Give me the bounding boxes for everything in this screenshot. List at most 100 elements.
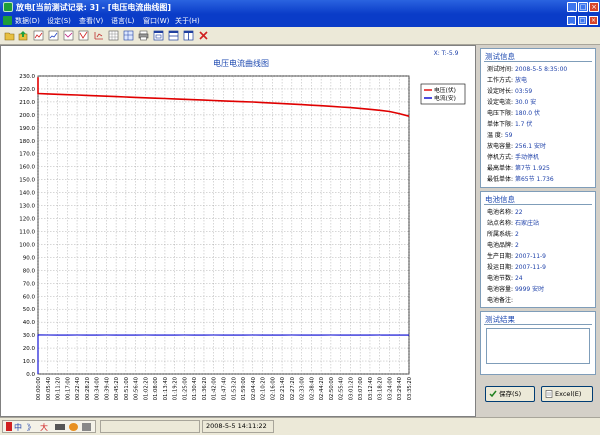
legend-label: 电压(伏) [434, 86, 456, 94]
y-tick-label: 0.0 [26, 372, 35, 378]
info-label: 工作方式: [487, 77, 514, 84]
status-cell-empty [100, 420, 200, 433]
y-tick-label: 110.0 [19, 229, 35, 235]
ime-punct[interactable]: 》 [27, 422, 35, 433]
ime-mode[interactable]: 中 [14, 422, 22, 433]
x-tick-label: 02:44:20 [319, 377, 325, 400]
info-value: 9999 安时 [513, 286, 545, 293]
info-label: 设定时长: [487, 88, 514, 95]
x-tick-label: 02:38:40 [309, 377, 315, 400]
battery-info-row: 电池名称: 22 [487, 209, 523, 216]
title-bar[interactable]: 放电[当前测试记录: 3] - [电压电流曲线图] _ □ × [0, 0, 600, 14]
info-label: 停机方式: [487, 154, 514, 161]
mdi-close-button[interactable]: × [589, 16, 598, 25]
x-tick-label: 00:11:20 [56, 377, 62, 400]
menu-window[interactable]: 窗口(W) [143, 16, 169, 26]
ime-width[interactable]: 大 [40, 422, 48, 433]
info-label: 电池容量: [487, 286, 514, 293]
print-icon[interactable] [138, 30, 149, 41]
info-value: 24 [513, 275, 523, 282]
report2-icon[interactable] [48, 30, 59, 41]
menu-data[interactable]: 数据(D) [15, 16, 40, 26]
info-value: 59 [502, 132, 513, 139]
info-label: 电压下限: [487, 110, 514, 117]
window-h-icon[interactable] [168, 30, 179, 41]
info-label: 所属系统: [487, 231, 514, 238]
window-title: 放电[当前测试记录: 3] - [电压电流曲线图] [16, 3, 172, 12]
menu-bar: 数据(D) 设定(S) 查看(V) 语言(L) 窗口(W) 关于(H) _ □ … [0, 14, 600, 27]
menu-language[interactable]: 语言(L) [111, 16, 134, 26]
mdi-minimize-button[interactable]: _ [567, 16, 576, 25]
test-info-row: 工作方式: 放电 [487, 77, 527, 84]
close-button[interactable]: × [589, 2, 599, 12]
y-tick-label: 140.0 [19, 191, 35, 197]
x-tick-label: 02:50:00 [329, 377, 335, 400]
y-tick-label: 160.0 [19, 165, 35, 171]
export-icon[interactable] [18, 30, 29, 41]
open-folder-icon[interactable] [4, 30, 15, 41]
window-v-icon[interactable] [183, 30, 194, 41]
x-tick-label: 03:07:00 [358, 377, 364, 400]
y-tick-label: 150.0 [19, 178, 35, 184]
excel-button-label: Excel(E) [555, 390, 582, 398]
x-tick-label: 00:39:40 [104, 377, 110, 400]
report3-icon[interactable] [63, 30, 74, 41]
y-tick-label: 120.0 [19, 217, 35, 223]
battery-info-row: 电池节数: 24 [487, 275, 523, 282]
test-info-group: 测试信息 测试时间: 2008-5-5 8:35:00 工作方式: 放电 设定时长:… [480, 48, 596, 188]
info-label: 测试时间: [487, 66, 514, 73]
x-tick-label: 01:36:20 [202, 377, 208, 400]
test-info-row: 单体下限: 1.7 伏 [487, 121, 532, 128]
info-label: 最高单体: [487, 165, 514, 172]
report-icon[interactable] [33, 30, 44, 41]
minimize-button[interactable]: _ [567, 2, 577, 12]
x-tick-label: 00:51:00 [124, 377, 130, 400]
mdi-restore-button[interactable]: □ [578, 16, 587, 25]
y-tick-label: 40.0 [23, 320, 36, 326]
keyboard-icon[interactable] [55, 424, 65, 430]
test-info-row: 温 度: 59 [487, 132, 512, 139]
x-tick-label: 02:27:20 [290, 377, 296, 400]
info-panel: 测试信息 测试时间: 2008-5-5 8:35:00 工作方式: 放电 设定时长:… [476, 45, 600, 417]
x-tick-label: 00:34:00 [95, 377, 101, 400]
info-value: 2008-5-5 8:35:00 [513, 66, 568, 73]
info-value: 256.1 安时 [513, 143, 547, 150]
x-tick-label: 00:00:00 [36, 377, 42, 400]
menu-settings[interactable]: 设定(S) [47, 16, 71, 26]
excel-button[interactable]: Excel(E) [541, 386, 593, 402]
x-tick-label: 00:28:20 [85, 377, 91, 400]
chart-panel: 电压电流曲线图 X: T:-5.9 230.0 220.0 210.0 200.0 19… [0, 45, 476, 417]
menu-view[interactable]: 查看(V) [79, 16, 103, 26]
info-label: 温 度: [487, 132, 503, 139]
x-tick-label: 01:08:00 [153, 377, 159, 400]
battery-info-row: 所属系统: 2 [487, 231, 519, 238]
menu-about[interactable]: 关于(H) [175, 16, 200, 26]
y-tick-label: 220.0 [19, 87, 35, 93]
voltage-current-chart: 电压电流曲线图 X: T:-5.9 230.0 220.0 210.0 200.0 19… [19, 50, 466, 400]
test-result-input[interactable] [486, 328, 590, 364]
curve-icon[interactable] [78, 30, 89, 41]
maximize-button[interactable]: □ [578, 2, 588, 12]
mdi-child-icon[interactable] [3, 16, 12, 25]
y-tick-label: 230.0 [19, 74, 35, 80]
ime-help-icon[interactable] [82, 423, 91, 431]
table-icon[interactable] [93, 30, 104, 41]
info-value: 1.7 伏 [513, 121, 533, 128]
window-tile-icon[interactable] [153, 30, 164, 41]
status-bar: 中 》 大 2008-5-5 14:11:22 [0, 417, 600, 435]
info-value: 2007-11-9 [513, 264, 546, 271]
grid-icon[interactable] [123, 30, 134, 41]
x-tick-label: 01:02:20 [143, 377, 149, 400]
x-tick-label: 02:04:40 [251, 377, 257, 400]
x-tick-label: 01:47:40 [222, 377, 228, 400]
chart-icon[interactable] [108, 30, 119, 41]
x-tick-label: 03:01:20 [348, 377, 354, 400]
y-tick-label: 180.0 [19, 139, 35, 145]
save-button[interactable]: 保存(S) [485, 386, 535, 402]
close-red-icon[interactable] [198, 30, 209, 41]
ime-settings-icon[interactable] [69, 423, 78, 431]
x-tick-label: 03:29:40 [397, 377, 403, 400]
info-label: 电池品牌: [487, 242, 514, 249]
test-info-row: 停机方式: 手动停机 [487, 154, 539, 161]
ime-toolbar[interactable]: 中 》 大 [2, 420, 96, 433]
